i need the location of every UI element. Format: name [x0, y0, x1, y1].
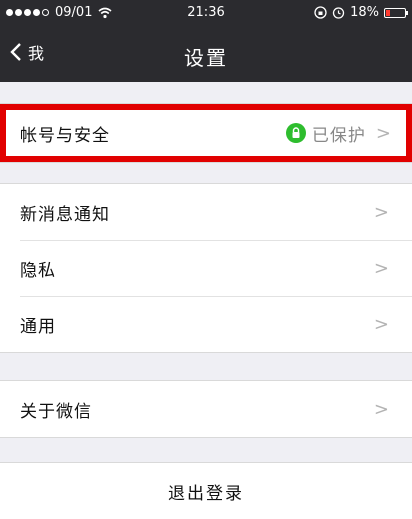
chevron-right-icon: > — [373, 257, 390, 279]
account-security-item[interactable]: 帐号与安全 已保护 > — [0, 104, 412, 162]
general-item[interactable]: 通用 > — [0, 296, 412, 352]
battery-icon — [384, 7, 408, 18]
privacy-item[interactable]: 隐私 > — [0, 240, 412, 296]
status-right: 18% — [314, 5, 408, 20]
settings-group: 新消息通知 > 隐私 > 通用 > — [0, 183, 412, 353]
notifications-label: 新消息通知 — [20, 204, 110, 225]
about-label: 关于微信 — [20, 401, 92, 422]
chevron-right-icon: > — [375, 122, 392, 144]
chevron-right-icon: > — [373, 313, 390, 335]
lock-icon — [285, 123, 306, 143]
general-label: 通用 — [20, 316, 56, 337]
chevron-right-icon: > — [373, 201, 390, 223]
about-group: 关于微信 > — [0, 380, 412, 438]
about-item[interactable]: 关于微信 > — [0, 381, 412, 437]
logout-button[interactable]: 退出登录 — [0, 462, 412, 519]
battery-percent: 18% — [350, 5, 379, 20]
status-bar: 09/01 21:36 18% — [0, 0, 412, 26]
chevron-right-icon: > — [373, 398, 390, 420]
account-group: 帐号与安全 已保护 > — [0, 103, 412, 163]
rotation-lock-icon — [314, 6, 327, 19]
protect-status: 已保护 — [285, 121, 366, 146]
page-title: 设置 — [184, 46, 228, 70]
protect-status-text: 已保护 — [311, 125, 366, 146]
navigation-bar: 我 设置 — [0, 26, 412, 82]
alarm-icon — [332, 7, 345, 19]
notifications-item[interactable]: 新消息通知 > — [0, 184, 412, 240]
privacy-label: 隐私 — [20, 260, 56, 281]
account-security-label: 帐号与安全 — [20, 125, 110, 146]
